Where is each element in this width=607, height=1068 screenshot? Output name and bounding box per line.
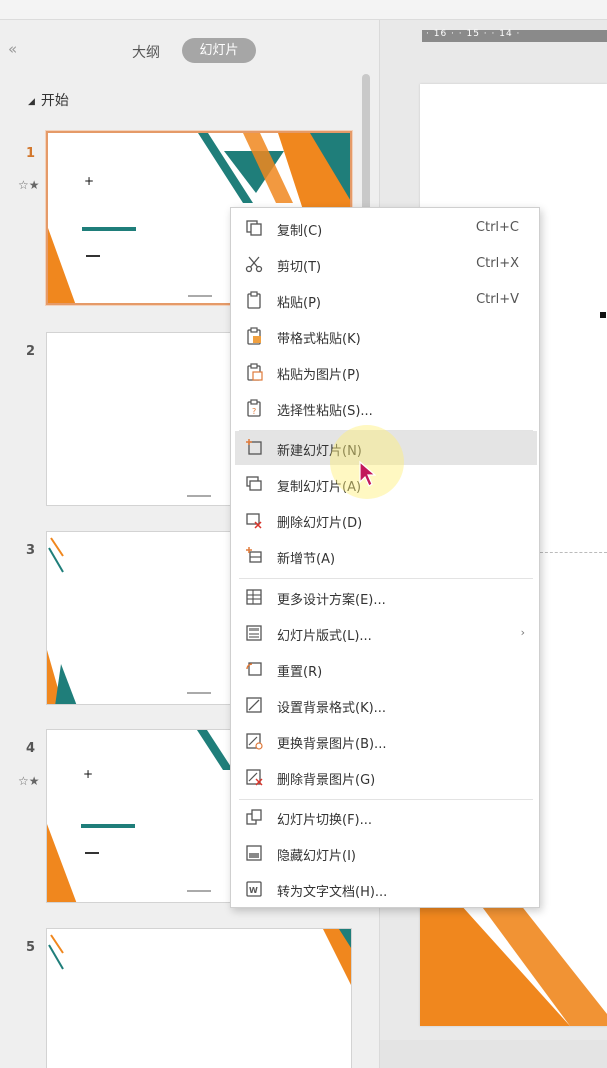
menu-item-paste-picture[interactable]: 粘贴为图片(P) — [235, 355, 537, 389]
menu-item-background-format[interactable]: 设置背景格式(K)... — [235, 688, 537, 722]
menu-item-delete-background[interactable]: 删除背景图片(G) — [235, 760, 537, 794]
context-menu: 复制(C) Ctrl+C 剪切(T) Ctrl+X 粘贴(P) Ctrl+V 带… — [230, 207, 540, 908]
menu-item-paste-format[interactable]: 带格式粘贴(K) — [235, 319, 537, 353]
section-collapse-icon[interactable]: ◢ — [28, 97, 35, 107]
section-label: 开始 — [40, 93, 69, 109]
menu-item-paste[interactable]: 粘贴(P) Ctrl+V — [235, 283, 537, 317]
menu-item-label: 重置(R) — [277, 665, 323, 680]
menu-separator — [239, 578, 533, 579]
menu-item-label: 带格式粘贴(K) — [277, 332, 361, 347]
tab-outline[interactable]: 大纲 — [132, 42, 160, 62]
menu-item-new-section[interactable]: 新增节(A) — [235, 539, 537, 573]
menu-item-transition[interactable]: 幻灯片切换(F)... — [235, 800, 537, 834]
slide-number: 3 — [26, 543, 36, 558]
menu-item-label: 转为文字文档(H)... — [277, 885, 388, 900]
svg-text:W: W — [249, 886, 258, 895]
slide-thumbnail-5[interactable] — [46, 928, 352, 1068]
slide-number: 1 — [26, 146, 36, 161]
menu-item-convert-doc[interactable]: W 转为文字文档(H)... — [235, 872, 537, 906]
top-toolbar-strip — [0, 0, 607, 20]
slide-number: 2 — [26, 344, 36, 359]
ruler-ticks: · 16 · · 15 · · 14 · — [426, 29, 521, 39]
menu-item-reset[interactable]: 重置(R) — [235, 652, 537, 686]
paste-format-icon — [247, 327, 261, 345]
menu-item-label: 新增节(A) — [277, 552, 336, 567]
canvas-text-marker — [600, 312, 606, 318]
svg-text:+: + — [83, 767, 93, 781]
mouse-cursor-icon — [359, 460, 376, 487]
menu-item-change-background[interactable]: 更换背景图片(B)... — [235, 724, 537, 758]
reset-icon — [246, 662, 262, 676]
menu-item-label: 幻灯片版式(L)... — [277, 629, 372, 644]
menu-item-label: 删除背景图片(G) — [277, 773, 376, 788]
menu-item-label: 选择性粘贴(S)... — [277, 404, 373, 419]
tab-slides[interactable]: 幻灯片 — [182, 38, 256, 63]
menu-item-shortcut: Ctrl+X — [476, 256, 519, 271]
notes-bar[interactable] — [380, 1040, 607, 1068]
menu-item-label: 粘贴(P) — [277, 296, 321, 311]
slide-number: 5 — [26, 940, 36, 955]
background-format-icon — [246, 697, 262, 713]
animation-star-icon: ☆★ — [18, 774, 40, 788]
menu-item-label: 粘贴为图片(P) — [277, 368, 360, 383]
new-slide-icon — [246, 439, 262, 455]
hide-slide-icon — [246, 845, 262, 861]
menu-item-shortcut: Ctrl+C — [475, 220, 519, 235]
slide-number: 4 — [26, 741, 36, 756]
menu-item-cut[interactable]: 剪切(T) Ctrl+X — [235, 247, 537, 281]
menu-item-paste-special[interactable]: ? 选择性粘贴(S)... — [235, 391, 537, 425]
collapse-panel-icon[interactable]: « — [8, 40, 17, 58]
menu-item-delete-slide[interactable]: 删除幻灯片(D) — [235, 503, 537, 537]
section-header[interactable]: ◢ 开始 — [28, 90, 69, 110]
delete-slide-icon — [246, 513, 262, 529]
svg-text:+: + — [84, 174, 94, 188]
menu-item-label: 删除幻灯片(D) — [277, 516, 363, 531]
menu-item-label: 复制(C) — [277, 224, 323, 239]
menu-item-label: 剪切(T) — [277, 260, 322, 275]
animation-star-icon: ☆★ — [18, 178, 40, 192]
layout-icon — [246, 625, 262, 641]
convert-doc-icon: W — [246, 881, 262, 897]
duplicate-slide-icon — [246, 476, 262, 491]
submenu-arrow-icon: › — [520, 626, 525, 639]
paste-icon — [247, 291, 261, 309]
menu-item-more-designs[interactable]: 更多设计方案(E)... — [235, 580, 537, 614]
menu-item-label: 更换背景图片(B)... — [277, 737, 387, 752]
copy-icon — [246, 220, 262, 236]
slide-5-artwork — [48, 929, 351, 985]
new-section-icon — [246, 547, 262, 563]
menu-item-label: 设置背景格式(K)... — [277, 701, 387, 716]
paste-picture-icon — [247, 363, 263, 381]
menu-item-slide-layout[interactable]: 幻灯片版式(L)... › — [235, 616, 537, 650]
change-background-icon — [246, 733, 263, 750]
menu-item-label: 更多设计方案(E)... — [277, 593, 386, 608]
menu-item-hide-slide[interactable]: 隐藏幻灯片(I) — [235, 836, 537, 870]
cut-icon — [245, 256, 263, 273]
svg-text:?: ? — [252, 407, 256, 416]
delete-background-icon — [246, 769, 263, 786]
menu-item-shortcut: Ctrl+V — [476, 292, 519, 307]
placeholder-guide — [540, 552, 607, 553]
menu-item-label: 幻灯片切换(F)... — [277, 813, 373, 828]
menu-item-copy[interactable]: 复制(C) Ctrl+C — [235, 211, 537, 245]
transition-icon — [246, 809, 262, 825]
design-icon — [246, 589, 262, 605]
menu-item-label: 隐藏幻灯片(I) — [277, 849, 356, 864]
paste-special-icon: ? — [247, 399, 261, 417]
